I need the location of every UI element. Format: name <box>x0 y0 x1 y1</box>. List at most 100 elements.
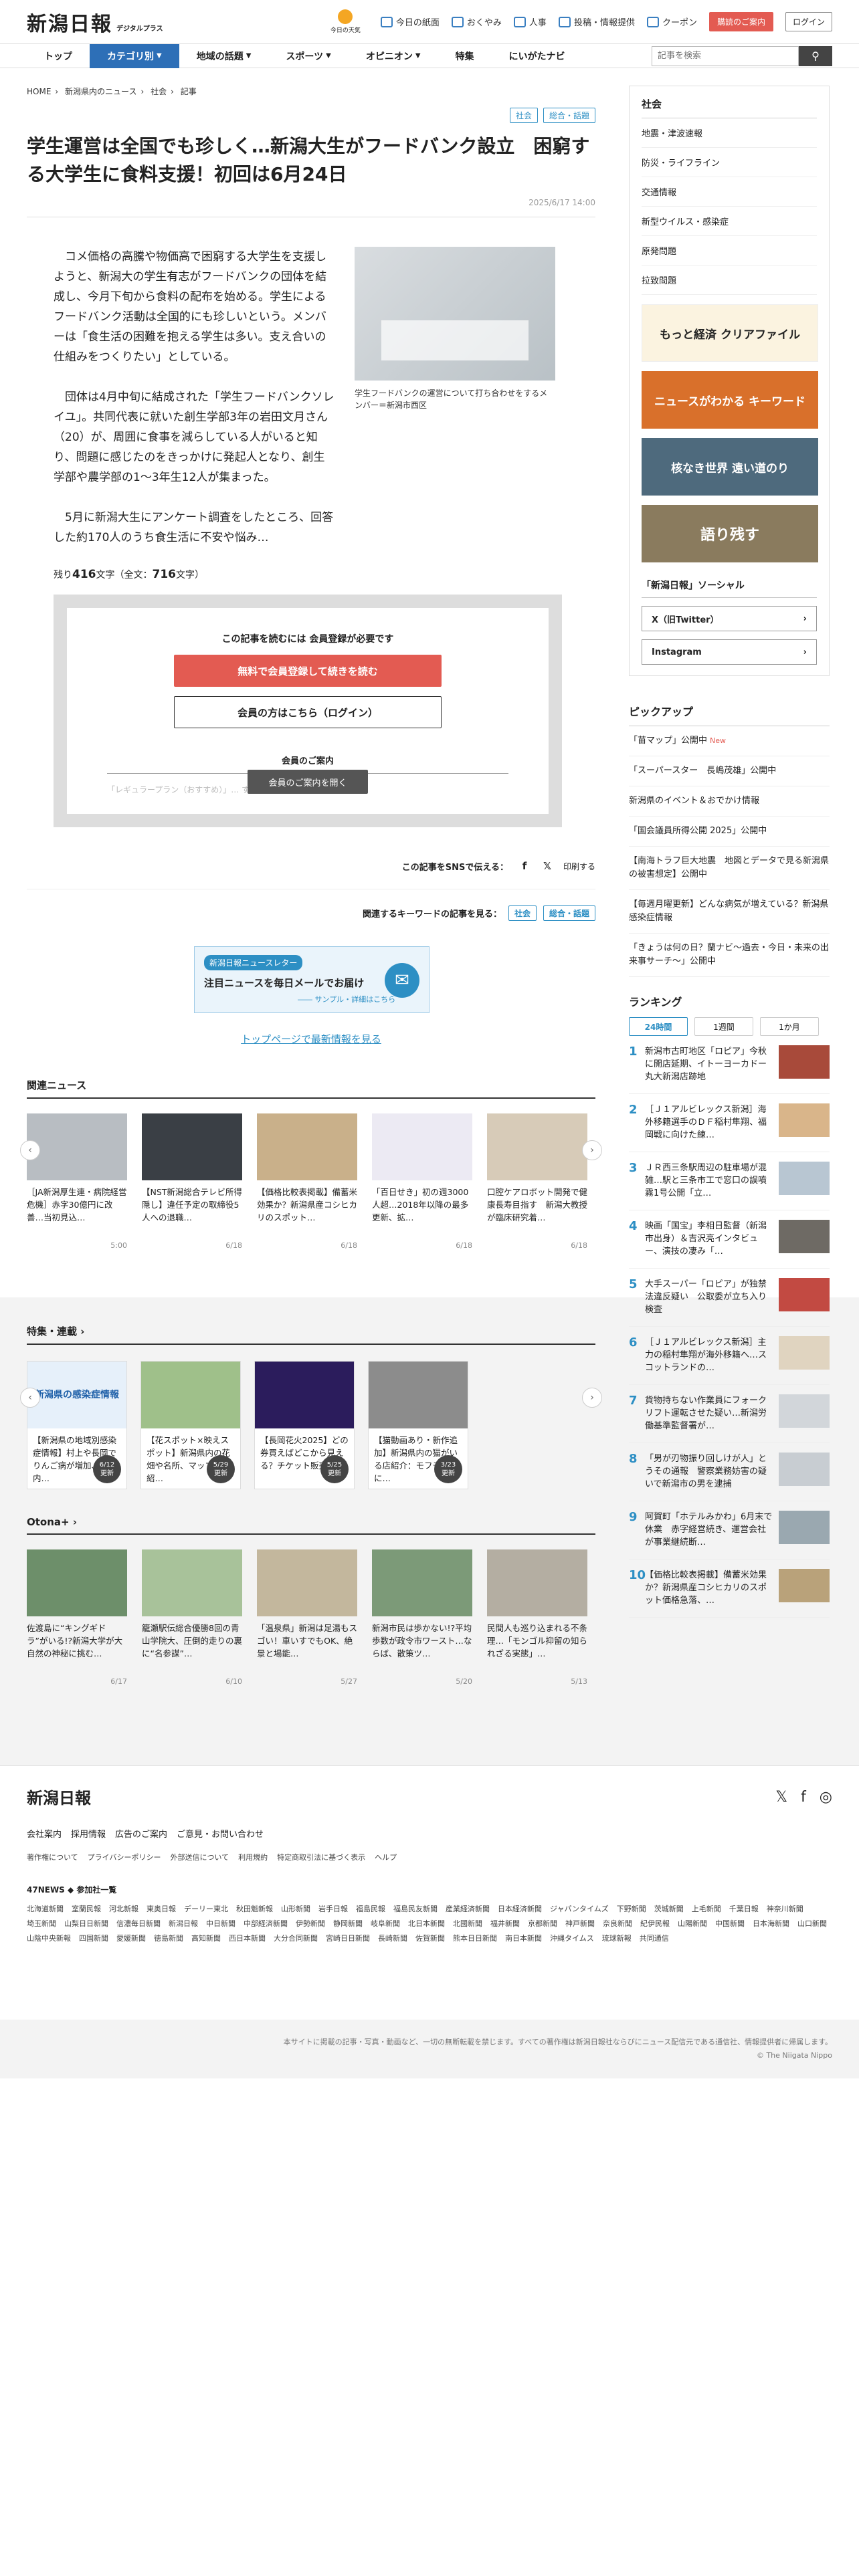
partner-paper-link[interactable]: 岐阜新聞 <box>371 1918 400 1929</box>
sidebar-item-disaster[interactable]: 防災・ライフライン <box>642 148 817 177</box>
pickup-item[interactable]: 「きょうは何の日？蘭ナビ～過去・今日・未来の出来事サーチ～」公開中 <box>629 934 830 977</box>
breadcrumb-local[interactable]: 新潟県内のニュース <box>65 87 136 96</box>
ranking-item[interactable]: 5 大手スーパー「ロピア」が独禁法違反疑い 公取委が立ち入り検査 <box>629 1269 830 1327</box>
partner-paper-link[interactable]: 信濃毎日新聞 <box>116 1918 161 1929</box>
partner-paper-link[interactable]: ジャパンタイムズ <box>550 1903 609 1914</box>
header-link-submit[interactable]: 投稿・情報提供 <box>558 15 635 28</box>
sidebar-item-quake[interactable]: 地震・津波速報 <box>642 118 817 148</box>
instagram-icon[interactable]: ◎ <box>820 1789 832 1806</box>
banner-keyword[interactable]: ニュースがわかる キーワード <box>642 371 818 429</box>
partner-paper-link[interactable]: 山陽新聞 <box>678 1918 707 1929</box>
pickup-item[interactable]: 【毎週月曜更新】どんな病気が増えている？新潟県感染症情報 <box>629 890 830 934</box>
partner-paper-link[interactable]: 茨城新聞 <box>654 1903 684 1914</box>
weather-widget[interactable]: 今日の天気 <box>330 9 361 34</box>
partner-paper-link[interactable]: 熊本日日新聞 <box>453 1933 497 1943</box>
partner-paper-link[interactable]: 奈良新聞 <box>603 1918 632 1929</box>
nav-local[interactable]: 地域の話題 ▼ <box>179 44 269 68</box>
partner-paper-link[interactable]: 高知新聞 <box>191 1933 221 1943</box>
footer-link[interactable]: 採用情報 <box>71 1827 106 1840</box>
partner-paper-link[interactable]: 琉球新報 <box>602 1933 632 1943</box>
chevron-left-icon[interactable]: ‹ <box>20 1388 40 1408</box>
chevron-right-icon[interactable]: › <box>582 1388 602 1408</box>
chevron-right-icon[interactable]: › <box>582 1140 602 1160</box>
facebook-icon[interactable]: f <box>518 859 531 873</box>
x-twitter-button[interactable]: X（旧Twitter） › <box>642 606 817 631</box>
partner-paper-link[interactable]: 伊勢新聞 <box>296 1918 325 1929</box>
partner-paper-link[interactable]: 神奈川新聞 <box>767 1903 803 1914</box>
breadcrumb-home[interactable]: HOME <box>27 87 51 96</box>
footer-link[interactable]: 利用規約 <box>238 1852 268 1862</box>
footer-logo[interactable]: 新潟日報 <box>27 1785 832 1808</box>
footer-link[interactable]: 外部送信について <box>170 1852 229 1862</box>
partner-paper-link[interactable]: 福井新聞 <box>490 1918 520 1929</box>
pickup-item[interactable]: 「国会議員所得公開 2025」公開中 <box>629 817 830 847</box>
otona-card[interactable]: 新潟市民は歩かない!?平均歩数が政令市ワースト…ならば、散策ツ… 5/20 <box>372 1549 472 1688</box>
breadcrumb-society[interactable]: 社会 <box>151 87 167 96</box>
related-card[interactable]: 口腔ケアロボット開発で健康長寿目指す 新潟大教授が臨床研究着… 6/18 <box>487 1113 587 1252</box>
keyword-tag-general[interactable]: 総合・話題 <box>543 905 595 921</box>
footer-link[interactable]: 著作権について <box>27 1852 78 1862</box>
article-photo-image[interactable] <box>355 247 555 381</box>
partner-paper-link[interactable]: 宮崎日日新聞 <box>326 1933 370 1943</box>
partner-paper-link[interactable]: 室蘭民報 <box>72 1903 101 1914</box>
partner-paper-link[interactable]: 下野新聞 <box>617 1903 646 1914</box>
print-link[interactable]: 印刷する <box>563 861 595 872</box>
partner-paper-link[interactable]: 山梨日日新聞 <box>64 1918 108 1929</box>
pickup-item[interactable]: 新潟県のイベント＆おでかけ情報 <box>629 786 830 817</box>
related-card[interactable]: 「百日せき」初の週3000人超…2018年以降の最多更新、拡… 6/18 <box>372 1113 472 1252</box>
banner-archive[interactable]: 語り残す <box>642 505 818 562</box>
otona-card[interactable]: 民間人も巡り込まれる不条理…「モンゴル抑留の知られざる実態」… 5/13 <box>487 1549 587 1688</box>
tag-society[interactable]: 社会 <box>509 108 538 123</box>
nav-sports[interactable]: スポーツ ▼ <box>268 44 348 68</box>
partner-paper-link[interactable]: 河北新報 <box>109 1903 138 1914</box>
partner-paper-link[interactable]: 中部経済新聞 <box>244 1918 288 1929</box>
otona-card[interactable]: 籠瀬駅伝総合優勝8回の青山学院大、圧倒的走りの裏に“名参謀”… 6/10 <box>142 1549 242 1688</box>
partner-paper-link[interactable]: 山口新聞 <box>797 1918 827 1929</box>
otona-card[interactable]: 佐渡島に“キングギドラ”がいる!?新潟大学が大自然の神秘に挑む… 6/17 <box>27 1549 127 1688</box>
footer-link[interactable]: 広告のご案内 <box>115 1827 167 1840</box>
partner-paper-link[interactable]: 静岡新聞 <box>333 1918 363 1929</box>
ranking-item[interactable]: 1 新潟市古町地区「ロピア」今秋に開店延期、イトーヨーカドー丸大新潟店跡地 <box>629 1036 830 1094</box>
partner-paper-link[interactable]: 山形新聞 <box>281 1903 310 1914</box>
search-input[interactable] <box>652 45 799 66</box>
partner-paper-link[interactable]: 日本経済新聞 <box>498 1903 542 1914</box>
ranking-item[interactable]: 10 【価格比較表掲載】備蓄米効果か？新潟県産コシヒカリのスポット価格急落、… <box>629 1560 830 1618</box>
pickup-item[interactable]: 【南海トラフ巨大地震 地図とデータで見る新潟県の被害想定】公開中 <box>629 847 830 890</box>
partner-paper-link[interactable]: 北國新聞 <box>453 1918 482 1929</box>
partner-paper-link[interactable]: 秋田魁新報 <box>236 1903 273 1914</box>
nav-navi[interactable]: にいがたナビ <box>492 44 583 68</box>
partner-paper-link[interactable]: 東奥日報 <box>147 1903 176 1914</box>
ranking-item[interactable]: 7 貨物持ちない作業員にフォークリフト運転させた疑い…新潟労働基準監督署が… <box>629 1385 830 1443</box>
top-page-link[interactable]: トップページで最新情報を見る <box>27 1032 595 1046</box>
partner-paper-link[interactable]: 中国新聞 <box>715 1918 745 1929</box>
feature-card[interactable]: 【長岡花火2025】どの券買えばどこから見える？チケット販売… 5/25 更新 <box>254 1361 355 1489</box>
partner-paper-link[interactable]: 沖縄タイムス <box>550 1933 594 1943</box>
site-logo[interactable]: 新潟日報 デジタルプラス <box>27 7 163 37</box>
sidebar-item-virus[interactable]: 新型ウイルス・感染症 <box>642 207 817 236</box>
ranking-item[interactable]: 4 映画「国宝」李相日監督（新潟市出身）＆吉沢亮インタビュー、演技の凄み「… <box>629 1210 830 1269</box>
tab-week[interactable]: 1週間 <box>694 1017 753 1036</box>
open-guide-button[interactable]: 会員のご案内を開く <box>248 770 368 794</box>
partner-paper-link[interactable]: 四国新聞 <box>79 1933 108 1943</box>
footer-link[interactable]: ヘルプ <box>375 1852 397 1862</box>
chevron-left-icon[interactable]: ‹ <box>20 1140 40 1160</box>
footer-link[interactable]: プライバシーポリシー <box>88 1852 161 1862</box>
partner-paper-link[interactable]: 愛媛新聞 <box>116 1933 146 1943</box>
otona-card[interactable]: 「温泉県」新潟は足湯もスゴい！車いすでもOK、絶景と場能… 5/27 <box>257 1549 357 1688</box>
partner-paper-link[interactable]: 南日本新聞 <box>505 1933 542 1943</box>
otona-heading[interactable]: Otona+ › <box>27 1516 595 1535</box>
partner-paper-link[interactable]: 北日本新聞 <box>408 1918 445 1929</box>
related-card[interactable]: 【NST新潟総合テレビ所得隠し】違任予定の取締役5人への退職… 6/18 <box>142 1113 242 1252</box>
sidebar-item-traffic[interactable]: 交通情報 <box>642 177 817 207</box>
partner-paper-link[interactable]: 千葉日報 <box>729 1903 759 1914</box>
pickup-item[interactable]: 「苗マップ」公開中 New <box>629 726 830 756</box>
pickup-item[interactable]: 「スーパースター 長嶋茂雄」公開中 <box>629 756 830 786</box>
member-login-button[interactable]: 会員の方はこちら（ログイン） <box>174 696 442 728</box>
newsletter-banner[interactable]: 新潟日報ニュースレター 注目ニュースを毎日メールでお届け ―― サンプル・詳細は… <box>194 946 430 1013</box>
partner-paper-link[interactable]: デーリー東北 <box>184 1903 228 1914</box>
tag-general[interactable]: 総合・話題 <box>543 108 595 123</box>
partner-paper-link[interactable]: 上毛新聞 <box>692 1903 721 1914</box>
tab-24h[interactable]: 24時間 <box>629 1017 688 1036</box>
feature-card[interactable]: 【猫動画あり・新作追加】新潟県内の猫がいる店紹介：モフモフに… 3/23 更新 <box>368 1361 468 1489</box>
nav-opinion[interactable]: オピニオン ▼ <box>349 44 438 68</box>
